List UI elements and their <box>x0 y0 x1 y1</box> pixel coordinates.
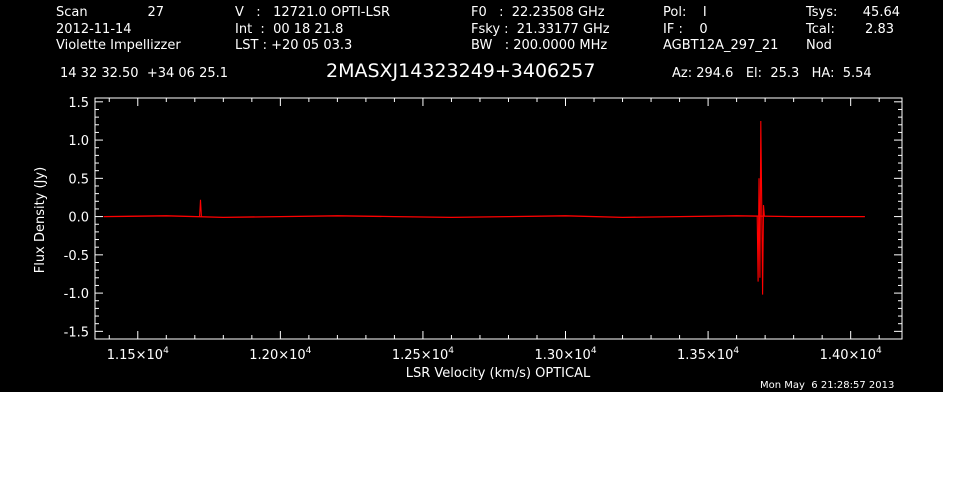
x-tick-label: 1.35×104 <box>677 346 739 363</box>
y-axis-ticks: -1.5 -1.0 -0.5 0.0 0.5 1.0 1.5 <box>64 96 902 340</box>
x-tick-label: 1.15×104 <box>107 346 169 363</box>
x-tick-label: 1.25×104 <box>392 346 454 363</box>
spectrum-panel: Scan 27 V : 12721.0 OPTI-LSR F0 : 22.235… <box>0 0 943 392</box>
y-tick-label: 0.5 <box>68 172 89 187</box>
spectrum-line <box>103 215 865 219</box>
x-tick-label: 1.40×104 <box>820 346 882 363</box>
y-tick-label: -0.5 <box>64 249 89 264</box>
spectrum-spike <box>199 199 202 217</box>
x-axis-ticks: 1.15×104 1.20×104 1.25×104 1.30×104 1.35×104… <box>107 98 882 363</box>
y-tick-label: -1.5 <box>64 325 89 340</box>
y-tick-label: 0.0 <box>68 211 89 226</box>
plot-timestamp: Mon May 6 21:28:57 2013 <box>760 380 895 391</box>
spectrum-spike <box>756 120 765 295</box>
spectrum-chart: -1.5 -1.0 -0.5 0.0 0.5 1.0 1.5 1.15×104 1.20×10… <box>33 96 903 381</box>
series-lines <box>103 120 865 295</box>
x-tick-label: 1.30×104 <box>534 346 596 363</box>
y-axis-label: Flux Density (Jy) <box>33 167 48 273</box>
y-tick-label: 1.0 <box>68 134 89 149</box>
plot-frame <box>94 97 903 340</box>
y-tick-label: 1.5 <box>68 96 89 111</box>
x-tick-label: 1.20×104 <box>249 346 311 363</box>
x-axis-label: LSR Velocity (km/s) OPTICAL <box>406 366 591 381</box>
y-tick-label: -1.0 <box>64 287 89 302</box>
